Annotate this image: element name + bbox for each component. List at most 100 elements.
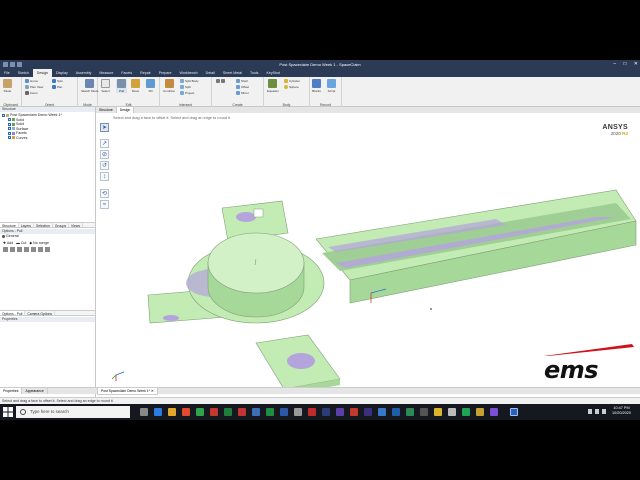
no-merge-option[interactable]: ◆ No merge: [29, 241, 49, 246]
visibility-checkbox[interactable]: [8, 131, 11, 135]
line-tool[interactable]: [216, 79, 225, 83]
firefox-icon[interactable]: [182, 408, 190, 416]
chrome-icon[interactable]: [196, 408, 204, 416]
tree-item[interactable]: Curves: [2, 136, 93, 141]
app-icon[interactable]: [308, 408, 316, 416]
taskbar-search[interactable]: Type here to search: [16, 406, 130, 418]
quick-access-toolbar[interactable]: [3, 62, 22, 67]
undo-icon[interactable]: [10, 62, 15, 67]
tab-tools[interactable]: Tools: [246, 69, 262, 77]
visibility-checkbox[interactable]: [8, 136, 11, 140]
app-icon[interactable]: [210, 408, 218, 416]
add-option[interactable]: ✚ Add: [3, 241, 13, 246]
cylinder-button[interactable]: Cylinder: [284, 79, 300, 83]
tab-repair[interactable]: Repair: [136, 69, 155, 77]
network-icon[interactable]: [588, 409, 592, 414]
pull-tool-button[interactable]: Pull: [116, 79, 127, 93]
spin-button[interactable]: Spin: [52, 79, 63, 83]
photoshop-icon[interactable]: [392, 408, 400, 416]
script-button[interactable]: Script: [327, 79, 336, 93]
app-icon[interactable]: [490, 408, 498, 416]
tab-properties[interactable]: Properties: [0, 388, 23, 394]
option-icon[interactable]: [17, 247, 22, 252]
sketch-mode-button[interactable]: Sketch Mode: [81, 79, 99, 93]
app-icon[interactable]: [322, 408, 330, 416]
tab-file[interactable]: File: [0, 69, 14, 77]
edge-icon[interactable]: [154, 408, 162, 416]
tab-views[interactable]: Views: [69, 223, 84, 228]
file-explorer-icon[interactable]: [168, 408, 176, 416]
app-icon[interactable]: [434, 408, 442, 416]
save-icon[interactable]: [3, 62, 8, 67]
paste-button[interactable]: Paste: [3, 79, 12, 93]
combine-button[interactable]: Combine: [163, 79, 175, 93]
tab-selection[interactable]: Selection: [34, 223, 53, 228]
app-icon[interactable]: [448, 408, 456, 416]
equation-button[interactable]: Equation: [267, 79, 279, 93]
project-button[interactable]: Project: [180, 91, 194, 95]
app-icon[interactable]: [336, 408, 344, 416]
tab-facets[interactable]: Facets: [117, 69, 136, 77]
document-tab[interactable]: Post Spaceclaim Demo Week 1* ✕: [97, 388, 158, 395]
visibility-checkbox[interactable]: [2, 113, 5, 117]
plan-view-button[interactable]: Plan View: [25, 85, 43, 89]
spotify-icon[interactable]: [462, 408, 470, 416]
blocks-button[interactable]: Blocks: [312, 79, 321, 93]
task-view-icon[interactable]: [140, 408, 148, 416]
visibility-checkbox[interactable]: [8, 122, 11, 126]
mirror-button[interactable]: Mirror: [236, 91, 249, 95]
premiere-icon[interactable]: [364, 408, 372, 416]
option-icon[interactable]: [3, 247, 8, 252]
close-button[interactable]: ✕: [634, 61, 638, 67]
minimize-button[interactable]: –: [613, 61, 616, 67]
tab-workbench[interactable]: Workbench: [176, 69, 202, 77]
hub-top-face[interactable]: [207, 232, 305, 294]
home-button[interactable]: Home: [25, 79, 38, 83]
tab-layers[interactable]: Layers: [19, 223, 34, 228]
general-section[interactable]: General: [0, 234, 95, 239]
option-icon[interactable]: [10, 247, 15, 252]
pan-button[interactable]: Pan: [52, 85, 62, 89]
app-icon[interactable]: [350, 408, 358, 416]
fill-tool-button[interactable]: Fill: [146, 79, 155, 93]
tab-keyshot[interactable]: KeyShot: [262, 69, 284, 77]
split-body-button[interactable]: Split Body: [180, 79, 199, 83]
tab-structure[interactable]: Structure: [0, 223, 19, 228]
option-icon[interactable]: [38, 247, 43, 252]
option-icon[interactable]: [45, 247, 50, 252]
tab-measure[interactable]: Measure: [95, 69, 117, 77]
option-icon[interactable]: [24, 247, 29, 252]
tab-sketch[interactable]: Sketch: [14, 69, 33, 77]
app-icon[interactable]: [406, 408, 414, 416]
offset-button[interactable]: Offset: [236, 85, 249, 89]
spaceclaim-taskbar-icon[interactable]: [510, 408, 518, 416]
tab-detail[interactable]: Detail: [202, 69, 219, 77]
tab-assembly[interactable]: Assembly: [72, 69, 96, 77]
cut-option[interactable]: ▬ Cut: [16, 241, 26, 246]
move-tool-button[interactable]: Move: [131, 79, 140, 93]
tab-sheet-metal[interactable]: Sheet Metal: [219, 69, 246, 77]
tab-design[interactable]: Design: [32, 69, 52, 77]
maximize-button[interactable]: □: [623, 61, 626, 67]
split-button[interactable]: Split: [180, 85, 191, 89]
tab-display[interactable]: Display: [52, 69, 72, 77]
app-icon[interactable]: [266, 408, 274, 416]
sphere-button[interactable]: Sphere: [284, 85, 299, 89]
volume-icon[interactable]: [595, 409, 599, 414]
zoom-button[interactable]: Zoom: [25, 91, 38, 95]
app-icon[interactable]: [420, 408, 428, 416]
app-icon[interactable]: [476, 408, 484, 416]
app-icon[interactable]: [280, 408, 288, 416]
word-icon[interactable]: [252, 408, 260, 416]
tab-camera-options[interactable]: Camera Options: [25, 311, 56, 316]
select-tool-button[interactable]: Select: [101, 79, 110, 93]
windows-start-icon[interactable]: [3, 407, 13, 417]
app-icon[interactable]: [238, 408, 246, 416]
app-icon[interactable]: [294, 408, 302, 416]
option-icon[interactable]: [31, 247, 36, 252]
excel-icon[interactable]: [224, 408, 232, 416]
taskbar-clock[interactable]: 10:47 PM 10/20/2020: [612, 406, 631, 416]
tab-prepare[interactable]: Prepare: [155, 69, 176, 77]
tab-appearance[interactable]: Appearance: [22, 388, 48, 394]
tab-options-pull[interactable]: Options - Pull: [0, 311, 26, 316]
